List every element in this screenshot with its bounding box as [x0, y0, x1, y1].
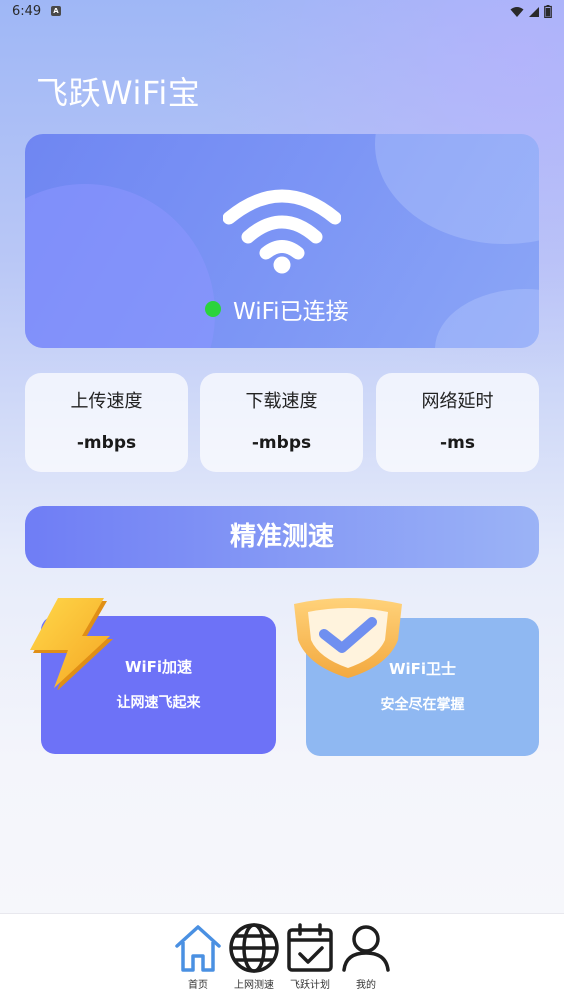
latency-value: -ms	[440, 433, 475, 453]
connection-status: WiFi已连接	[205, 292, 349, 326]
tab-speed-test[interactable]: 上网测速	[224, 922, 284, 991]
home-icon	[175, 925, 221, 972]
latency-card: 网络延时 -ms	[376, 373, 539, 472]
tab-speed-test-label: 上网测速	[234, 980, 274, 991]
upload-speed-value: -mbps	[76, 433, 137, 453]
tab-plan[interactable]: 飞跃计划	[280, 922, 340, 991]
tab-profile[interactable]: 我的	[336, 922, 396, 991]
decor-blob	[375, 134, 539, 244]
tab-home[interactable]: 首页	[168, 922, 228, 991]
notification-icon: A	[51, 6, 61, 16]
connection-status-text: WiFi已连接	[233, 299, 349, 325]
decor-blob	[435, 289, 539, 348]
wifi-signal-icon	[510, 6, 524, 17]
connection-status-card: WiFi已连接	[25, 134, 539, 348]
status-time: 6:49	[12, 4, 42, 19]
tab-profile-label: 我的	[356, 980, 376, 991]
download-speed-value: -mbps	[251, 433, 312, 453]
download-speed-label: 下载速度	[245, 391, 318, 412]
calendar-check-icon	[287, 923, 333, 972]
wifi-guard-subtitle: 安全尽在掌握	[380, 697, 465, 713]
precise-speed-test-button[interactable]: 精准测速	[25, 506, 539, 568]
globe-icon	[229, 923, 279, 973]
latency-label: 网络延时	[421, 391, 494, 412]
wifi-accelerate-subtitle: 让网速飞起来	[116, 695, 201, 711]
connected-dot-icon	[205, 301, 221, 317]
wifi-icon	[223, 189, 341, 274]
bottom-navigation: 首页 上网测速 飞跃计划 我的	[0, 913, 564, 1004]
shield-check-icon	[294, 598, 402, 678]
tab-plan-label: 飞跃计划	[290, 980, 330, 991]
battery-icon	[544, 5, 552, 18]
status-indicators	[510, 5, 552, 18]
app-title: 飞跃WiFi宝	[36, 74, 201, 112]
download-speed-card: 下载速度 -mbps	[200, 373, 363, 472]
decor-blob	[25, 184, 215, 348]
user-icon	[342, 925, 390, 972]
status-bar: 6:49 A	[0, 0, 564, 26]
upload-speed-card: 上传速度 -mbps	[25, 373, 188, 472]
lightning-bolt-icon	[30, 598, 113, 690]
tab-home-label: 首页	[188, 980, 208, 991]
cell-signal-icon	[529, 6, 539, 17]
upload-speed-label: 上传速度	[70, 391, 143, 412]
